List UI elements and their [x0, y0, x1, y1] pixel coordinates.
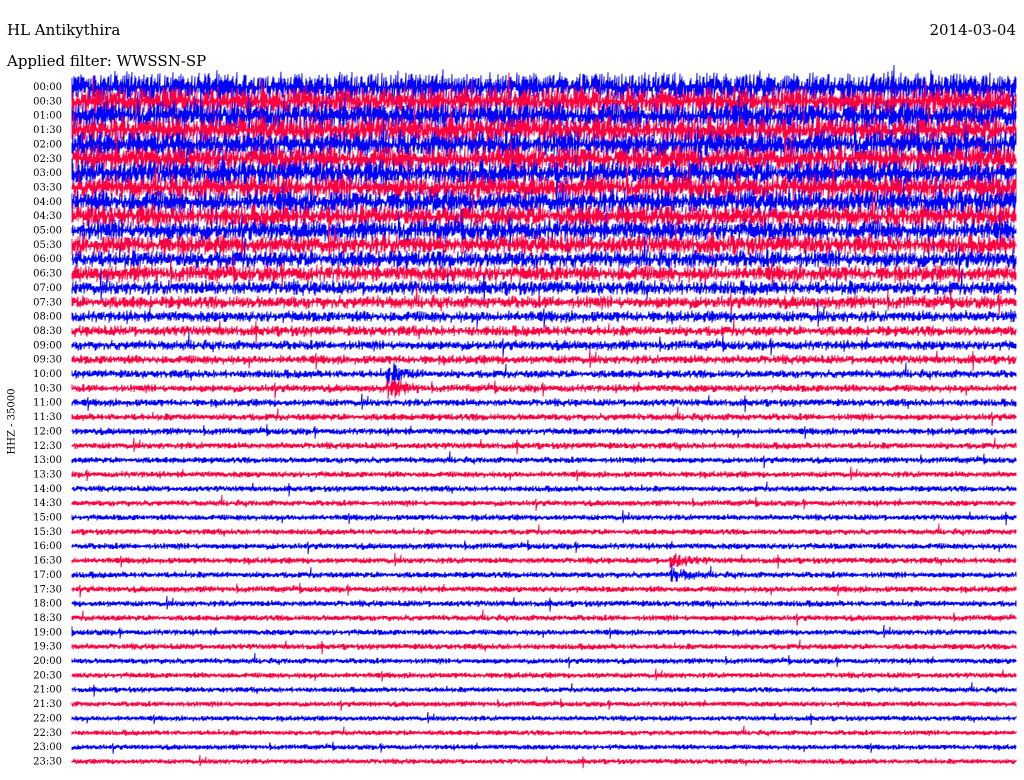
- trace-row-1200: [71, 424, 1017, 439]
- trace-row-2030: [71, 668, 1017, 682]
- time-label: 11:30: [33, 412, 62, 423]
- trace-row-2000: [71, 653, 1017, 669]
- time-label: 14:00: [33, 484, 62, 495]
- trace-row-1930: [71, 639, 1017, 655]
- trace-row-1400: [71, 481, 1017, 497]
- time-label: 20:00: [33, 656, 62, 667]
- time-label: 01:00: [33, 111, 62, 122]
- trace-row-2330: [71, 755, 1017, 769]
- trace-row-2130: [71, 698, 1017, 711]
- time-label: 06:00: [33, 254, 62, 265]
- time-label: 17:30: [33, 584, 62, 595]
- time-label: 05:30: [33, 240, 62, 251]
- time-label: 07:30: [33, 297, 62, 308]
- time-label: 15:00: [33, 513, 62, 524]
- time-label: 01:30: [33, 125, 62, 136]
- trace-row-1700: [71, 563, 1017, 583]
- time-label: 17:00: [33, 570, 62, 581]
- time-label: 15:30: [33, 527, 62, 538]
- time-label: 23:30: [33, 756, 62, 767]
- time-label: 18:30: [33, 613, 62, 624]
- helicorder-plot: 00:00 00:30 01:00 01:30 02:00 02:30 03:00 03:30…: [33, 64, 1017, 769]
- time-label: 22:00: [33, 713, 62, 724]
- trace-row-1630: [71, 552, 1017, 569]
- trace-row-1430: [71, 494, 1017, 511]
- time-label: 13:30: [33, 469, 62, 480]
- time-label: 19:30: [33, 642, 62, 653]
- time-label: 16:00: [33, 541, 62, 552]
- trace-row-1130: [71, 406, 1017, 427]
- station-title: HL Antikythira: [7, 21, 121, 39]
- trace-row-1030: [71, 378, 1017, 400]
- time-label: 19:00: [33, 627, 62, 638]
- time-label: 03:00: [33, 168, 62, 179]
- trace-row-0930: [71, 348, 1017, 372]
- time-label: 02:30: [33, 154, 62, 165]
- time-label: 03:30: [33, 182, 62, 193]
- time-label: 11:00: [33, 398, 62, 409]
- time-label: 07:00: [33, 283, 62, 294]
- time-label: 12:30: [33, 441, 62, 452]
- time-label: 14:30: [33, 498, 62, 509]
- trace-row-1500: [71, 510, 1017, 526]
- trace-row-2230: [71, 725, 1017, 737]
- trace-row-1000: [71, 362, 1017, 385]
- trace-row-1230: [71, 437, 1017, 455]
- time-label: 04:00: [33, 197, 62, 208]
- time-label: 16:30: [33, 556, 62, 567]
- channel-axis-label: HHZ - 35000: [6, 388, 18, 455]
- time-label: 21:00: [33, 685, 62, 696]
- trace-row-1730: [71, 582, 1017, 598]
- trace-row-1330: [71, 466, 1017, 482]
- trace-row-1530: [71, 523, 1017, 537]
- time-label: 00:00: [33, 82, 62, 93]
- time-label: 12:00: [33, 426, 62, 437]
- record-date: 2014-03-04: [929, 21, 1016, 39]
- time-label: 10:00: [33, 369, 62, 380]
- trace-row-1600: [71, 539, 1017, 555]
- time-label: 00:30: [33, 96, 62, 107]
- time-label: 13:00: [33, 455, 62, 466]
- time-label: 10:30: [33, 383, 62, 394]
- time-label: 06:30: [33, 269, 62, 280]
- trace-row-2100: [71, 682, 1017, 697]
- trace-row-0900: [71, 331, 1017, 358]
- trace-row-1900: [71, 624, 1017, 639]
- time-label: 22:30: [33, 728, 62, 739]
- time-label: 04:30: [33, 211, 62, 222]
- time-label: 21:30: [33, 699, 62, 710]
- time-label: 05:00: [33, 226, 62, 237]
- time-label: 08:30: [33, 326, 62, 337]
- trace-row-1100: [71, 393, 1017, 413]
- time-label: 09:00: [33, 340, 62, 351]
- time-label: 08:00: [33, 312, 62, 323]
- trace-row-1800: [71, 595, 1017, 612]
- trace-row-2300: [71, 741, 1017, 754]
- time-label: 18:00: [33, 599, 62, 610]
- trace-row-1300: [71, 451, 1017, 469]
- trace-row-1830: [71, 609, 1017, 626]
- time-label: 23:00: [33, 742, 62, 753]
- time-label: 20:30: [33, 670, 62, 681]
- filter-label: Applied filter: WWSSN-SP: [7, 52, 207, 70]
- time-label: 02:00: [33, 139, 62, 150]
- trace-row-2200: [71, 711, 1017, 726]
- time-label: 09:30: [33, 355, 62, 366]
